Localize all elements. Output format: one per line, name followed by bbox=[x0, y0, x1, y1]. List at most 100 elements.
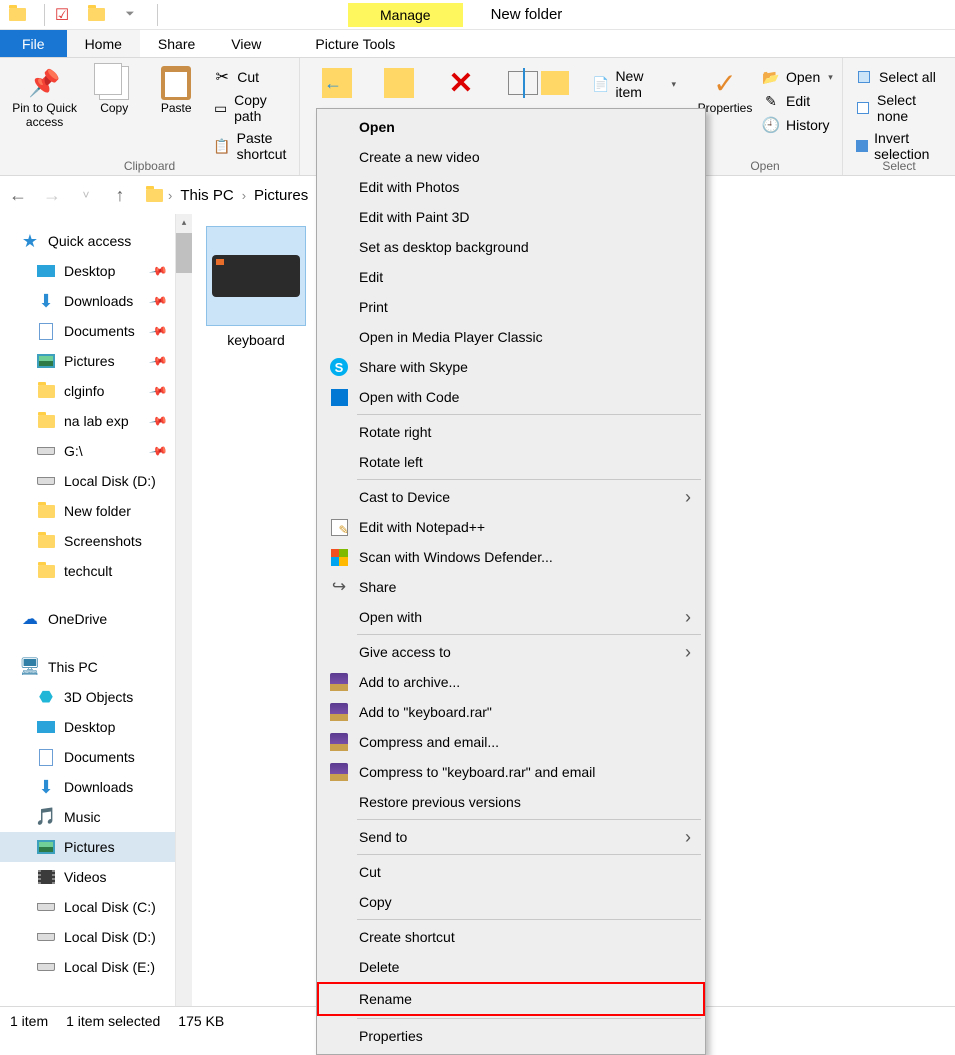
ctx-copy[interactable]: Copy bbox=[319, 887, 703, 917]
qat-newfolder-icon[interactable] bbox=[79, 0, 113, 30]
ctx-add-archive[interactable]: Add to archive... bbox=[319, 667, 703, 697]
move-to-button[interactable] bbox=[306, 62, 368, 104]
ctx-send-to[interactable]: Send to› bbox=[319, 822, 703, 852]
ctx-rotate-right[interactable]: Rotate right bbox=[319, 417, 703, 447]
nav-drive-e[interactable]: Local Disk (E:) bbox=[0, 952, 192, 982]
ctx-open[interactable]: Open bbox=[319, 112, 703, 142]
edit-button[interactable]: ✎Edit bbox=[756, 90, 839, 112]
separator bbox=[357, 414, 701, 415]
recent-dropdown[interactable]: ˅ bbox=[72, 181, 100, 209]
back-button[interactable]: ← bbox=[4, 181, 32, 209]
nav-drive-c[interactable]: Local Disk (C:) bbox=[0, 892, 192, 922]
label: Local Disk (D:) bbox=[64, 473, 156, 489]
navigation-pane[interactable]: ★Quick access Desktop📌 ⬇Downloads📌 Docum… bbox=[0, 214, 192, 1006]
nav-this-pc[interactable]: 🖥This PC bbox=[0, 652, 192, 682]
ctx-rename[interactable]: Rename bbox=[319, 984, 703, 1014]
ctx-create-new-video[interactable]: Create a new video bbox=[319, 142, 703, 172]
chevron-right-icon[interactable]: › bbox=[240, 188, 248, 203]
scrollbar-thumb[interactable] bbox=[176, 233, 192, 273]
tab-share[interactable]: Share bbox=[140, 30, 213, 57]
ctx-edit[interactable]: Edit bbox=[319, 262, 703, 292]
ctx-create-shortcut[interactable]: Create shortcut bbox=[319, 922, 703, 952]
nav-music[interactable]: 🎵Music bbox=[0, 802, 192, 832]
contextual-tab-manage[interactable]: Manage bbox=[348, 3, 463, 27]
ctx-edit-photos[interactable]: Edit with Photos bbox=[319, 172, 703, 202]
ctx-add-rar[interactable]: Add to "keyboard.rar" bbox=[319, 697, 703, 727]
select-all-icon bbox=[855, 68, 873, 86]
ctx-rotate-left[interactable]: Rotate left bbox=[319, 447, 703, 477]
breadcrumb-this-pc[interactable]: This PC bbox=[176, 185, 237, 206]
copy-button[interactable]: Copy bbox=[83, 62, 145, 164]
open-button[interactable]: 📂Open▾ bbox=[756, 66, 839, 88]
nav-pictures[interactable]: Pictures📌 bbox=[0, 346, 192, 376]
nav-videos[interactable]: Videos bbox=[0, 862, 192, 892]
copy-path-button[interactable]: ▭Copy path bbox=[207, 90, 293, 126]
select-none-button[interactable]: Select none bbox=[849, 90, 949, 126]
nav-folder-techcult[interactable]: techcult bbox=[0, 556, 192, 586]
tab-view[interactable]: View bbox=[213, 30, 279, 57]
ctx-delete[interactable]: Delete bbox=[319, 952, 703, 982]
qat-dropdown-icon[interactable]: ⏷ bbox=[113, 0, 147, 30]
nav-desktop2[interactable]: Desktop bbox=[0, 712, 192, 742]
nav-drive-g[interactable]: G:\📌 bbox=[0, 436, 192, 466]
ctx-cast-to-device[interactable]: Cast to Device› bbox=[319, 482, 703, 512]
chevron-right-icon[interactable]: › bbox=[166, 188, 174, 203]
delete-button[interactable]: ✕ bbox=[430, 62, 492, 104]
tab-file[interactable]: File bbox=[0, 30, 67, 57]
nav-drive-d[interactable]: Local Disk (D:) bbox=[0, 466, 192, 496]
ctx-open-mpc[interactable]: Open in Media Player Classic bbox=[319, 322, 703, 352]
ctx-properties[interactable]: Properties bbox=[319, 1021, 703, 1051]
label: Local Disk (C:) bbox=[64, 899, 156, 915]
cut-button[interactable]: ✂Cut bbox=[207, 66, 293, 88]
ctx-scan-defender[interactable]: Scan with Windows Defender... bbox=[319, 542, 703, 572]
nav-desktop[interactable]: Desktop📌 bbox=[0, 256, 192, 286]
paste-button[interactable]: Paste bbox=[145, 62, 207, 164]
ctx-give-access[interactable]: Give access to› bbox=[319, 637, 703, 667]
up-button[interactable]: ↑ bbox=[106, 181, 134, 209]
label: Edit bbox=[786, 93, 810, 109]
copy-path-icon: ▭ bbox=[213, 99, 228, 117]
nav-documents[interactable]: Documents📌 bbox=[0, 316, 192, 346]
new-item-button[interactable]: 📄New item▾ bbox=[586, 66, 682, 102]
file-item-keyboard[interactable]: keyboard bbox=[202, 226, 310, 348]
qat-properties-icon[interactable]: ☑ bbox=[45, 0, 79, 30]
ctx-open-code[interactable]: Open with Code bbox=[319, 382, 703, 412]
history-button[interactable]: 🕘History bbox=[756, 114, 839, 136]
ctx-share[interactable]: ↪Share bbox=[319, 572, 703, 602]
label: Cut bbox=[237, 69, 259, 85]
pin-quick-access-button[interactable]: 📌 Pin to Quick access bbox=[6, 62, 83, 164]
ctx-compress-rar-email[interactable]: Compress to "keyboard.rar" and email bbox=[319, 757, 703, 787]
ctx-edit-paint3d[interactable]: Edit with Paint 3D bbox=[319, 202, 703, 232]
nav-3d-objects[interactable]: ⬣3D Objects bbox=[0, 682, 192, 712]
breadcrumb-pictures[interactable]: Pictures bbox=[250, 185, 312, 206]
ctx-open-with[interactable]: Open with› bbox=[319, 602, 703, 632]
nav-folder-clginfo[interactable]: clginfo📌 bbox=[0, 376, 192, 406]
forward-button[interactable]: → bbox=[38, 181, 66, 209]
nav-downloads2[interactable]: ⬇Downloads bbox=[0, 772, 192, 802]
nav-documents2[interactable]: Documents bbox=[0, 742, 192, 772]
nav-pictures2[interactable]: Pictures bbox=[0, 832, 192, 862]
copy-to-button[interactable] bbox=[368, 62, 430, 104]
select-all-button[interactable]: Select all bbox=[849, 66, 949, 88]
drive-icon bbox=[36, 898, 56, 916]
tab-picture-tools[interactable]: Picture Tools bbox=[297, 30, 413, 57]
nav-quick-access[interactable]: ★Quick access bbox=[0, 226, 192, 256]
nav-onedrive[interactable]: ☁OneDrive bbox=[0, 604, 192, 634]
nav-folder-screenshots[interactable]: Screenshots bbox=[0, 526, 192, 556]
tab-home[interactable]: Home bbox=[67, 30, 140, 57]
nav-downloads[interactable]: ⬇Downloads📌 bbox=[0, 286, 192, 316]
scrollbar[interactable]: ▴ bbox=[175, 214, 192, 1006]
ctx-compress-email[interactable]: Compress and email... bbox=[319, 727, 703, 757]
nav-folder-newfolder[interactable]: New folder bbox=[0, 496, 192, 526]
ctx-set-desktop-bg[interactable]: Set as desktop background bbox=[319, 232, 703, 262]
ctx-share-skype[interactable]: SShare with Skype bbox=[319, 352, 703, 382]
ctx-restore-previous[interactable]: Restore previous versions bbox=[319, 787, 703, 817]
pin-icon: 📌 bbox=[148, 411, 168, 431]
nav-drive-d2[interactable]: Local Disk (D:) bbox=[0, 922, 192, 952]
ctx-cut[interactable]: Cut bbox=[319, 857, 703, 887]
ctx-edit-notepad[interactable]: Edit with Notepad++ bbox=[319, 512, 703, 542]
ctx-print[interactable]: Print bbox=[319, 292, 703, 322]
nav-folder-nalab[interactable]: na lab exp📌 bbox=[0, 406, 192, 436]
separator bbox=[357, 1018, 701, 1019]
winrar-icon bbox=[329, 732, 349, 752]
